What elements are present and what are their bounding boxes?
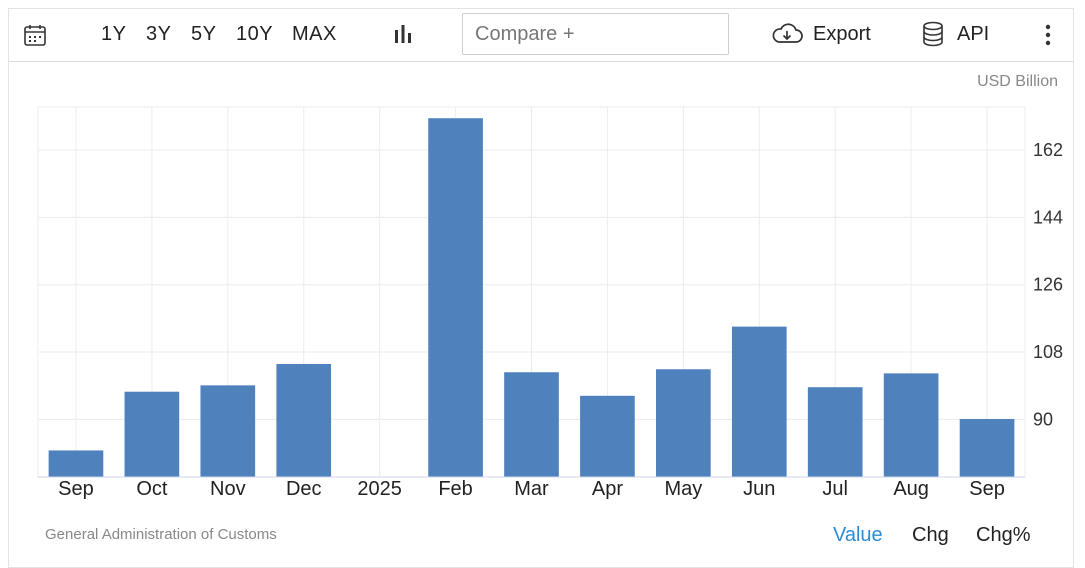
bar [200,385,256,477]
bar-chart: 90 108 126 144 162 Sep Oct Nov Dec 2025 Feb Mar Apr M… [37,106,1063,500]
bar [504,372,559,477]
bar [731,326,787,477]
x-tick-label: 2025 [357,478,402,500]
x-tick-label: Nov [210,478,246,500]
bar [580,395,635,477]
bar [124,391,180,477]
x-tick-label: Apr [592,478,623,500]
tab-chg[interactable]: Chg [912,524,949,547]
x-tick-label: Sep [969,478,1005,500]
bar [656,369,711,477]
bar [959,419,1015,477]
bar [48,450,104,477]
x-tick-label: Jun [743,478,775,500]
source-label: General Administration of Customs [45,526,277,543]
x-tick-label: Oct [136,478,168,500]
y-tick-label: 126 [1033,275,1063,295]
y-tick-label: 90 [1033,409,1053,429]
y-tick-label: 144 [1033,207,1063,227]
x-tick-label: Mar [514,478,549,500]
x-tick-label: Sep [58,478,94,500]
y-tick-label: 162 [1033,140,1063,160]
tab-chg-percent[interactable]: Chg% [976,524,1030,547]
x-tick-label: May [664,478,702,500]
bar [883,373,939,477]
tab-value[interactable]: Value [833,524,883,547]
x-tick-label: Dec [286,478,322,500]
y-tick-label: 108 [1033,342,1063,362]
bar [276,364,332,477]
x-tick-label: Jul [822,478,848,500]
bar [428,118,483,478]
x-tick-label: Feb [438,478,472,500]
bar [807,387,863,477]
x-tick-label: Aug [893,478,929,500]
